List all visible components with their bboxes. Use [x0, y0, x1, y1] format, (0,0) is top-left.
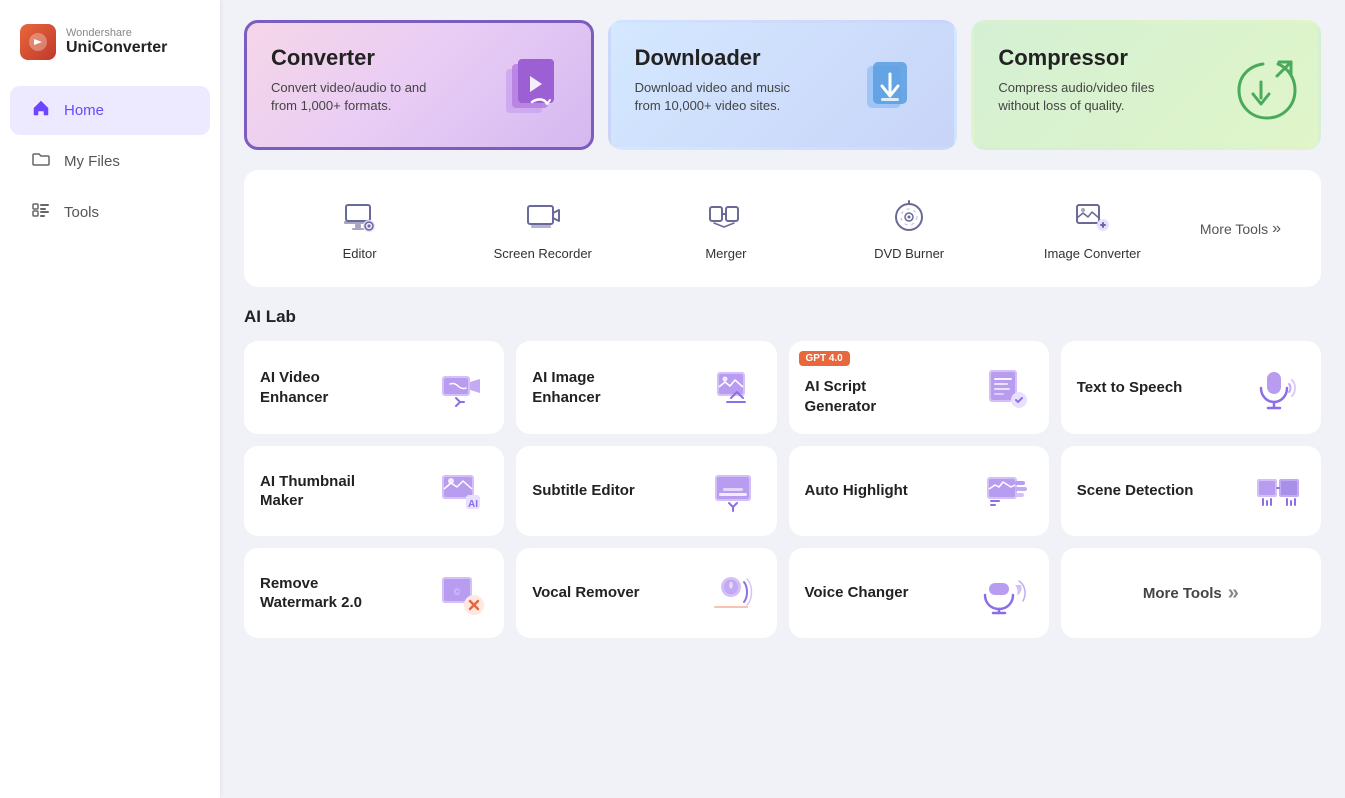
- downloader-icon-area: [854, 49, 944, 139]
- app-logo-icon: [20, 24, 56, 60]
- downloader-desc: Download video and music from 10,000+ vi…: [635, 79, 812, 115]
- editor-label: Editor: [343, 246, 377, 261]
- merger-label: Merger: [705, 246, 746, 261]
- sidebar-home-label: Home: [64, 102, 104, 119]
- product-name: UniConverter: [66, 39, 167, 57]
- sidebar: Wondershare UniConverter Home My Files: [0, 0, 220, 798]
- auto-highlight-icon: [981, 465, 1033, 517]
- ai-script-icon: [981, 362, 1033, 414]
- brand-name: Wondershare: [66, 27, 167, 39]
- ai-lab-section: AI Lab AI VideoEnhancer: [244, 307, 1321, 638]
- scene-detection-icon: [1253, 465, 1305, 517]
- sidebar-nav: Home My Files Tools: [0, 84, 220, 239]
- sidebar-item-myfiles[interactable]: My Files: [10, 137, 210, 186]
- sidebar-tools-label: Tools: [64, 204, 99, 221]
- tools-row-more-btn[interactable]: More Tools »: [1184, 212, 1297, 246]
- converter-icon-area: [491, 49, 581, 139]
- ai-card-script-generator[interactable]: GPT 4.0 AI ScriptGenerator: [789, 341, 1049, 434]
- ai-image-enhancer-icon: [709, 362, 761, 414]
- ai-card-subtitle-editor[interactable]: Subtitle Editor: [516, 446, 776, 536]
- sidebar-item-tools[interactable]: Tools: [10, 188, 210, 237]
- ai-image-enhancer-label: AI ImageEnhancer: [532, 368, 600, 407]
- ai-lab-more-tools[interactable]: More Tools »: [1061, 548, 1321, 638]
- ai-lab-more-chevron-icon: »: [1228, 582, 1239, 605]
- vocal-remover-label: Vocal Remover: [532, 583, 639, 603]
- compressor-desc: Compress audio/video files without loss …: [998, 79, 1175, 115]
- vocal-remover-icon: [709, 567, 761, 619]
- ai-card-auto-highlight[interactable]: Auto Highlight: [789, 446, 1049, 536]
- sidebar-myfiles-label: My Files: [64, 153, 120, 170]
- tool-editor[interactable]: Editor: [268, 188, 451, 269]
- tool-merger[interactable]: Merger: [634, 188, 817, 269]
- ai-card-thumbnail-maker[interactable]: AI ThumbnailMaker AI: [244, 446, 504, 536]
- dvd-burner-icon: [888, 196, 930, 238]
- image-converter-icon: [1071, 196, 1113, 238]
- ai-card-text-to-speech[interactable]: Text to Speech: [1061, 341, 1321, 434]
- subtitle-editor-icon: [709, 465, 761, 517]
- remove-watermark-label: RemoveWatermark 2.0: [260, 574, 362, 613]
- ai-video-enhancer-label: AI VideoEnhancer: [260, 368, 328, 407]
- top-cards-row: Converter Convert video/audio to and fro…: [244, 20, 1321, 150]
- tools-row-more-label: More Tools: [1200, 221, 1268, 237]
- compressor-card[interactable]: Compressor Compress audio/video files wi…: [971, 20, 1321, 150]
- gpt-badge: GPT 4.0: [799, 351, 850, 366]
- chevron-right-icon: »: [1272, 220, 1281, 238]
- tool-screen-recorder[interactable]: Screen Recorder: [451, 188, 634, 269]
- main-content: Converter Convert video/audio to and fro…: [220, 0, 1345, 798]
- tools-icon: [30, 200, 52, 225]
- subtitle-editor-label: Subtitle Editor: [532, 481, 635, 501]
- sidebar-item-home[interactable]: Home: [10, 86, 210, 135]
- ai-thumbnail-icon: AI: [436, 465, 488, 517]
- svg-text:©: ©: [454, 587, 461, 597]
- tools-row: Editor Screen Recorder Me: [244, 170, 1321, 287]
- screen-recorder-icon: [522, 196, 564, 238]
- converter-desc: Convert video/audio to and from 1,000+ f…: [271, 79, 448, 115]
- editor-icon: [339, 196, 381, 238]
- merger-icon: [705, 196, 747, 238]
- ai-card-image-enhancer[interactable]: AI ImageEnhancer: [516, 341, 776, 434]
- compressor-icon-area: [1218, 49, 1308, 139]
- text-to-speech-label: Text to Speech: [1077, 378, 1183, 398]
- scene-detection-label: Scene Detection: [1077, 481, 1194, 501]
- ai-card-voice-changer[interactable]: Voice Changer: [789, 548, 1049, 638]
- remove-watermark-icon: ©: [436, 567, 488, 619]
- dvd-burner-label: DVD Burner: [874, 246, 944, 261]
- ai-card-remove-watermark[interactable]: RemoveWatermark 2.0 ©: [244, 548, 504, 638]
- ai-card-vocal-remover[interactable]: Vocal Remover: [516, 548, 776, 638]
- tool-dvd-burner[interactable]: DVD Burner: [818, 188, 1001, 269]
- ai-lab-title: AI Lab: [244, 307, 1321, 327]
- voice-changer-icon: [981, 567, 1033, 619]
- ai-script-label: AI ScriptGenerator: [805, 377, 877, 416]
- tool-image-converter[interactable]: Image Converter: [1001, 188, 1184, 269]
- converter-card[interactable]: Converter Convert video/audio to and fro…: [244, 20, 594, 150]
- ai-lab-more-tools-label: More Tools: [1143, 585, 1222, 602]
- home-icon: [30, 98, 52, 123]
- ai-video-enhancer-icon: [436, 362, 488, 414]
- ai-card-video-enhancer[interactable]: AI VideoEnhancer: [244, 341, 504, 434]
- text-to-speech-icon: [1253, 362, 1305, 414]
- auto-highlight-label: Auto Highlight: [805, 481, 908, 501]
- logo-text: Wondershare UniConverter: [66, 27, 167, 57]
- svg-text:AI: AI: [468, 499, 478, 510]
- ai-lab-grid: AI VideoEnhancer AI ImageEnhancer: [244, 341, 1321, 638]
- voice-changer-label: Voice Changer: [805, 583, 909, 603]
- logo-area: Wondershare UniConverter: [0, 16, 220, 84]
- ai-thumbnail-label: AI ThumbnailMaker: [260, 472, 355, 511]
- ai-card-scene-detection[interactable]: Scene Detection: [1061, 446, 1321, 536]
- image-converter-label: Image Converter: [1044, 246, 1141, 261]
- screen-recorder-label: Screen Recorder: [494, 246, 592, 261]
- downloader-card[interactable]: Downloader Download video and music from…: [608, 20, 958, 150]
- folder-icon: [30, 149, 52, 174]
